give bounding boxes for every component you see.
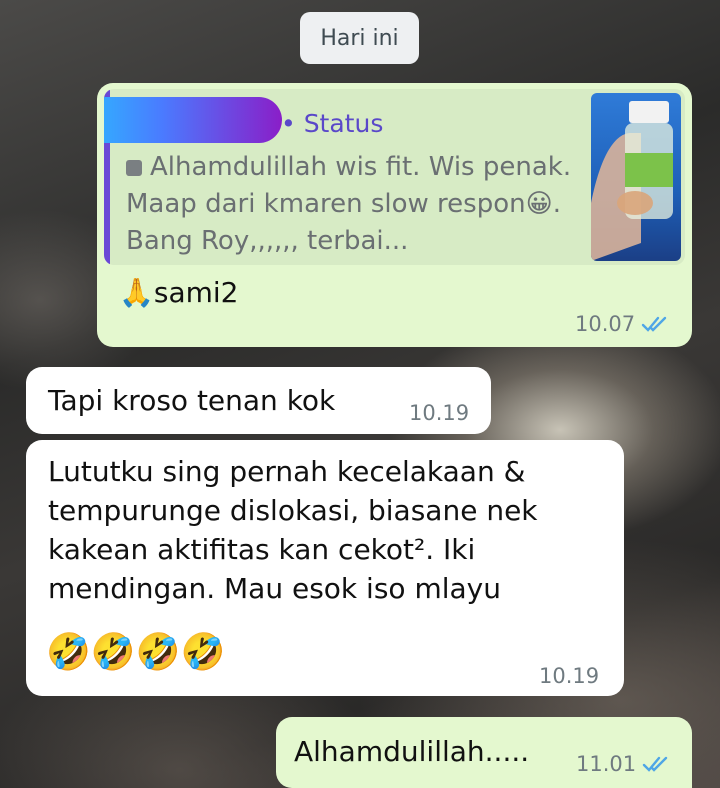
read-receipt-icon <box>642 756 668 772</box>
message-text: Alhamdulillah..... <box>294 735 530 768</box>
date-separator-label: Hari ini <box>320 25 399 51</box>
redacted-contact-name <box>104 97 282 143</box>
image-icon <box>126 160 142 176</box>
emoji-row: 🤣🤣🤣🤣 <box>46 632 226 673</box>
incoming-message[interactable]: Tapi kroso tenan kok 10.19 <box>26 367 491 434</box>
quoted-status[interactable]: • Status Alhamdulillah wis fit. Wis pena… <box>104 89 685 265</box>
message-time: 10.07 <box>575 312 636 336</box>
bottle-photo-icon <box>591 101 673 261</box>
date-separator: Hari ini <box>300 12 419 64</box>
message-text: Lututku sing pernah kecelakaan & tempuru… <box>48 455 538 605</box>
outgoing-message[interactable]: Alhamdulillah..... 11.01 <box>276 717 692 788</box>
incoming-message[interactable]: Lututku sing pernah kecelakaan & tempuru… <box>26 440 624 696</box>
message-time: 11.01 <box>576 752 637 776</box>
quoted-status-text: Alhamdulillah wis fit. Wis penak. Maap d… <box>126 152 572 256</box>
message-meta: 11.01 <box>576 752 670 776</box>
outgoing-message-status-reply[interactable]: • Status Alhamdulillah wis fit. Wis pena… <box>97 83 692 347</box>
message-meta: 10.19 <box>409 401 469 425</box>
message-text: Tapi kroso tenan kok <box>48 384 336 417</box>
status-label: • Status <box>281 109 384 138</box>
message-time: 10.19 <box>539 664 600 688</box>
quoted-status-text-block: Alhamdulillah wis fit. Wis penak. Maap d… <box>126 149 576 260</box>
read-receipt-icon <box>641 316 667 332</box>
status-thumbnail[interactable] <box>591 93 681 261</box>
message-time: 10.19 <box>409 401 470 425</box>
message-meta: 10.19 <box>539 664 599 688</box>
message-meta: 10.07 <box>575 312 669 336</box>
message-text: 🙏sami2 <box>119 276 239 309</box>
